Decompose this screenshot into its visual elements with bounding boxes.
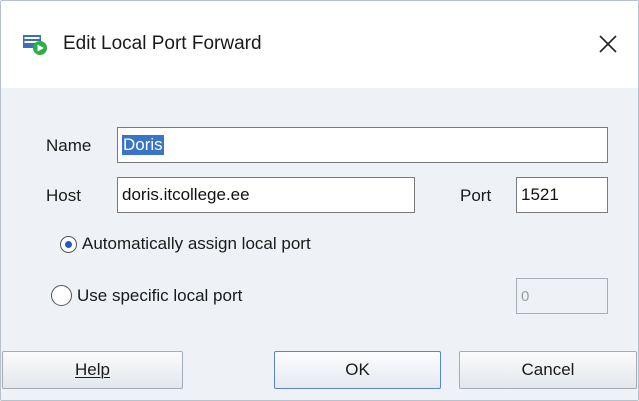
ok-button[interactable]: OK <box>274 351 441 389</box>
close-button[interactable] <box>593 29 623 59</box>
help-button-label: Help <box>75 360 110 379</box>
title-bar: Edit Local Port Forward <box>1 1 638 88</box>
name-field[interactable]: Doris <box>117 127 608 163</box>
name-field-value: Doris <box>122 135 164 155</box>
host-label: Host <box>46 186 81 205</box>
specific-port-field: 0 <box>516 278 608 314</box>
radio-automatic-label: Automatically assign local port <box>82 234 311 253</box>
port-field[interactable]: 1521 <box>516 177 608 213</box>
host-field-value: doris.itcollege.ee <box>122 185 250 204</box>
cancel-button[interactable]: Cancel <box>459 351 637 389</box>
port-forward-app-icon <box>23 35 47 55</box>
host-field[interactable]: doris.itcollege.ee <box>117 177 415 213</box>
radio-automatic-local-port[interactable]: Automatically assign local port <box>60 234 311 254</box>
specific-port-value: 0 <box>521 287 530 305</box>
radio-button-unchecked[interactable] <box>51 285 72 306</box>
dialog-title: Edit Local Port Forward <box>63 33 262 54</box>
radio-specific-label: Use specific local port <box>77 285 243 305</box>
ok-button-label: OK <box>345 360 370 379</box>
edit-local-port-forward-dialog: Edit Local Port Forward Name Doris Host … <box>0 0 639 401</box>
radio-button-checked[interactable] <box>60 235 77 253</box>
close-icon <box>599 35 617 53</box>
port-field-value: 1521 <box>521 185 559 204</box>
name-label: Name <box>46 136 92 155</box>
help-button[interactable]: Help <box>2 351 183 389</box>
cancel-button-label: Cancel <box>521 360 575 379</box>
port-label: Port <box>460 186 492 205</box>
radio-specific-local-port[interactable]: Use specific local port <box>51 285 242 306</box>
